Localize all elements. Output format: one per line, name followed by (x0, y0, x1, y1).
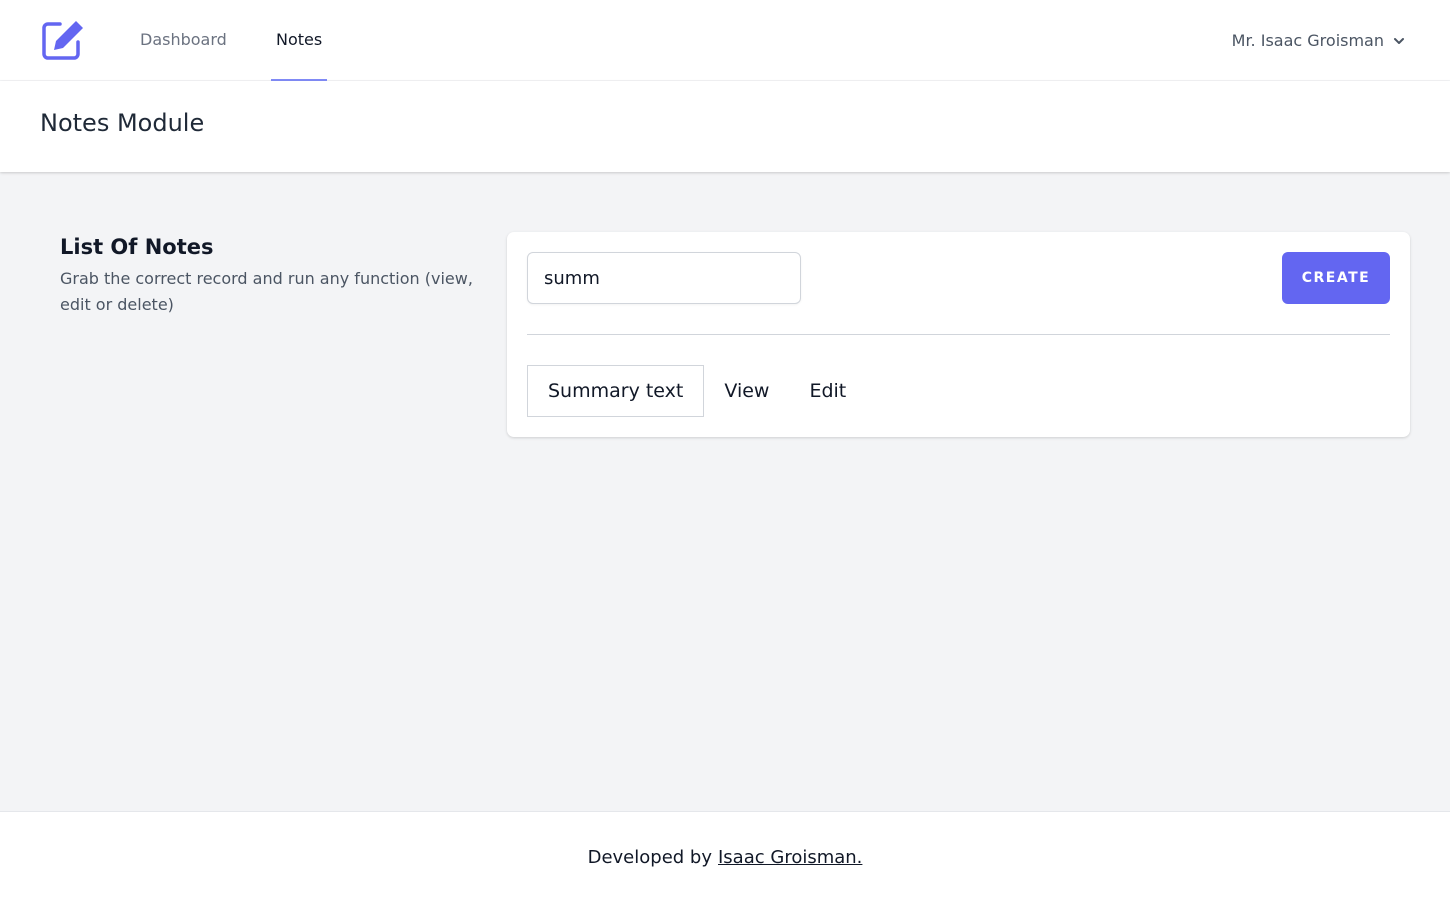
search-input[interactable] (527, 252, 801, 304)
page-title: Notes Module (40, 109, 205, 137)
footer-prefix: Developed by (587, 846, 712, 868)
create-button[interactable]: CREATE (1282, 252, 1390, 304)
nav-notes-link[interactable]: Notes (271, 0, 328, 81)
user-menu[interactable]: Mr. Isaac Groisman (1232, 0, 1406, 81)
page-header: Notes Module (0, 81, 1450, 172)
top-navigation: Dashboard Notes Mr. Isaac Groisman (0, 0, 1450, 81)
footer: Developed by Isaac Groisman. (0, 811, 1450, 902)
notes-card: CREATE Summary text View Edit (507, 232, 1410, 437)
divider (527, 334, 1390, 335)
note-row: Summary text View Edit (527, 365, 866, 417)
note-summary: Summary text (527, 365, 705, 417)
user-name: Mr. Isaac Groisman (1231, 31, 1384, 50)
section-title: List Of Notes (60, 235, 214, 259)
footer-author-link[interactable]: Isaac Groisman. (718, 847, 862, 868)
edit-note-icon[interactable] (40, 18, 86, 62)
section-description: Grab the correct record and run any func… (60, 269, 473, 314)
chevron-down-icon (1394, 37, 1404, 44)
edit-link[interactable]: Edit (789, 380, 866, 402)
nav-dashboard-link[interactable]: Dashboard (140, 0, 227, 81)
view-link[interactable]: View (704, 380, 789, 402)
